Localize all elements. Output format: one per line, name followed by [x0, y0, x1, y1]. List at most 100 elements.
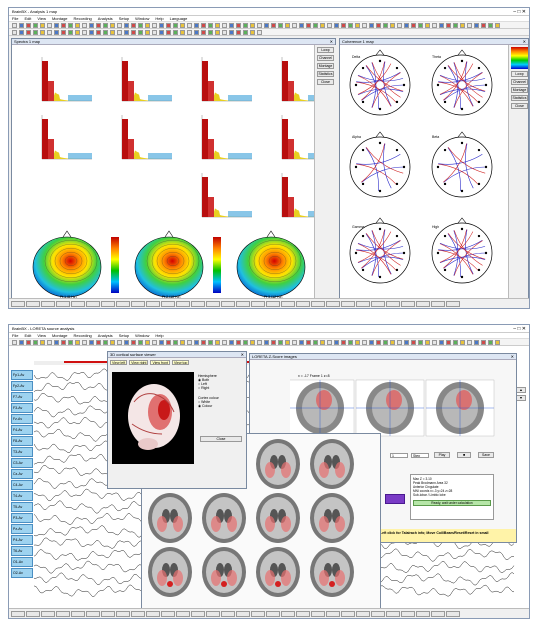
toolbar-button[interactable]	[264, 339, 269, 345]
toolbar-button[interactable]	[264, 22, 269, 28]
toolbar-button[interactable]	[180, 29, 185, 35]
toolbar-button[interactable]	[187, 339, 192, 345]
toolbar-button[interactable]	[187, 22, 192, 28]
purple-button[interactable]	[385, 494, 405, 504]
toolbar-button[interactable]	[26, 29, 31, 35]
menu-item[interactable]: Edit	[24, 333, 31, 338]
toolbar-button[interactable]	[54, 29, 59, 35]
toolbar-button[interactable]	[425, 339, 430, 345]
channel-label[interactable]: O2-Av	[11, 568, 33, 578]
control-button[interactable]	[386, 300, 400, 307]
toolbar-button[interactable]	[348, 339, 353, 345]
channel-label[interactable]: P3-Av	[11, 513, 33, 523]
toolbar-button[interactable]	[236, 339, 241, 345]
toolbar-button[interactable]	[131, 22, 136, 28]
control-button[interactable]	[326, 300, 340, 307]
toolbar-button[interactable]	[418, 22, 423, 28]
toolbar-button[interactable]	[390, 339, 395, 345]
toolbar-button[interactable]	[12, 22, 17, 28]
toolbar-button[interactable]	[306, 22, 311, 28]
control-button[interactable]	[296, 300, 310, 307]
toolbar-button[interactable]	[159, 22, 164, 28]
menu-item[interactable]: Setup	[119, 333, 129, 338]
toolbar-button[interactable]	[173, 29, 178, 35]
toolbar-button[interactable]	[376, 339, 381, 345]
toolbar-button[interactable]	[19, 29, 24, 35]
control-button[interactable]	[311, 300, 325, 307]
control-button[interactable]	[281, 300, 295, 307]
control-button[interactable]	[176, 300, 190, 307]
toolbar-button[interactable]	[166, 339, 171, 345]
toolbar-button[interactable]	[432, 339, 437, 345]
toolbar-button[interactable]	[341, 22, 346, 28]
channel-label[interactable]: O1-Av	[11, 557, 33, 567]
toolbar-button[interactable]	[145, 22, 150, 28]
toolbar-button[interactable]	[89, 29, 94, 35]
control-button[interactable]	[446, 610, 460, 617]
toolbar-button[interactable]	[215, 339, 220, 345]
toolbar-button[interactable]	[362, 22, 367, 28]
control-button[interactable]	[56, 610, 70, 617]
close-button[interactable]: Close	[200, 436, 242, 442]
toolbar-button[interactable]	[320, 22, 325, 28]
menu-item[interactable]: Window	[135, 333, 149, 338]
toolbar-button[interactable]	[222, 22, 227, 28]
toolbar-button[interactable]	[173, 339, 178, 345]
toolbar-button[interactable]	[425, 22, 430, 28]
toolbar-button[interactable]	[201, 339, 206, 345]
toolbar-button[interactable]	[467, 339, 472, 345]
toolbar-button[interactable]	[145, 339, 150, 345]
toolbar-button[interactable]	[362, 339, 367, 345]
toolbar-button[interactable]	[397, 22, 402, 28]
control-button[interactable]	[311, 610, 325, 617]
control-button[interactable]	[446, 300, 460, 307]
lowpass-button[interactable]: Lowp	[511, 71, 528, 77]
toolbar-button[interactable]	[383, 339, 388, 345]
control-button[interactable]	[11, 610, 25, 617]
control-button[interactable]	[221, 300, 235, 307]
control-button[interactable]	[131, 300, 145, 307]
toolbar-button[interactable]	[334, 22, 339, 28]
menu-item[interactable]: Window	[135, 16, 149, 21]
control-button[interactable]	[206, 610, 220, 617]
toolbar-button[interactable]	[40, 29, 45, 35]
control-button[interactable]	[266, 300, 280, 307]
control-button[interactable]	[401, 300, 415, 307]
toolbar-button[interactable]	[180, 339, 185, 345]
stop-button[interactable]: ■	[457, 452, 471, 458]
toolbar-button[interactable]	[68, 29, 73, 35]
toolbar-button[interactable]	[117, 339, 122, 345]
toolbar-button[interactable]	[103, 22, 108, 28]
toolbar-button[interactable]	[488, 22, 493, 28]
toolbar-button[interactable]	[348, 22, 353, 28]
statistics-button[interactable]: Statistics	[317, 71, 334, 77]
close-button[interactable]: Close	[511, 103, 528, 109]
toolbar-button[interactable]	[40, 22, 45, 28]
toolbar-button[interactable]	[222, 339, 227, 345]
scroll-down-button[interactable]: ▼	[516, 395, 526, 401]
menu-item[interactable]: View	[37, 333, 46, 338]
toolbar-button[interactable]	[54, 22, 59, 28]
toolbar-button[interactable]	[75, 22, 80, 28]
channel-label[interactable]: Pz-Av	[11, 524, 33, 534]
toolbar-button[interactable]	[124, 339, 129, 345]
toolbar-button[interactable]	[313, 339, 318, 345]
toolbar-button[interactable]	[404, 339, 409, 345]
toolbar-button[interactable]	[446, 339, 451, 345]
control-button[interactable]	[206, 300, 220, 307]
toolbar-button[interactable]	[327, 22, 332, 28]
control-button[interactable]	[26, 300, 40, 307]
menu-item[interactable]: Analysis	[98, 333, 113, 338]
toolbar-button[interactable]	[446, 22, 451, 28]
toolbar-button[interactable]	[152, 22, 157, 28]
control-button[interactable]	[341, 610, 355, 617]
menu-item[interactable]: Edit	[24, 16, 31, 21]
toolbar-button[interactable]	[54, 339, 59, 345]
toolbar-button[interactable]	[250, 339, 255, 345]
toolbar-button[interactable]	[26, 339, 31, 345]
toolbar-button[interactable]	[208, 29, 213, 35]
toolbar-button[interactable]	[75, 339, 80, 345]
toolbar-button[interactable]	[271, 22, 276, 28]
menu-item[interactable]: Recording	[74, 16, 92, 21]
control-button[interactable]	[191, 300, 205, 307]
